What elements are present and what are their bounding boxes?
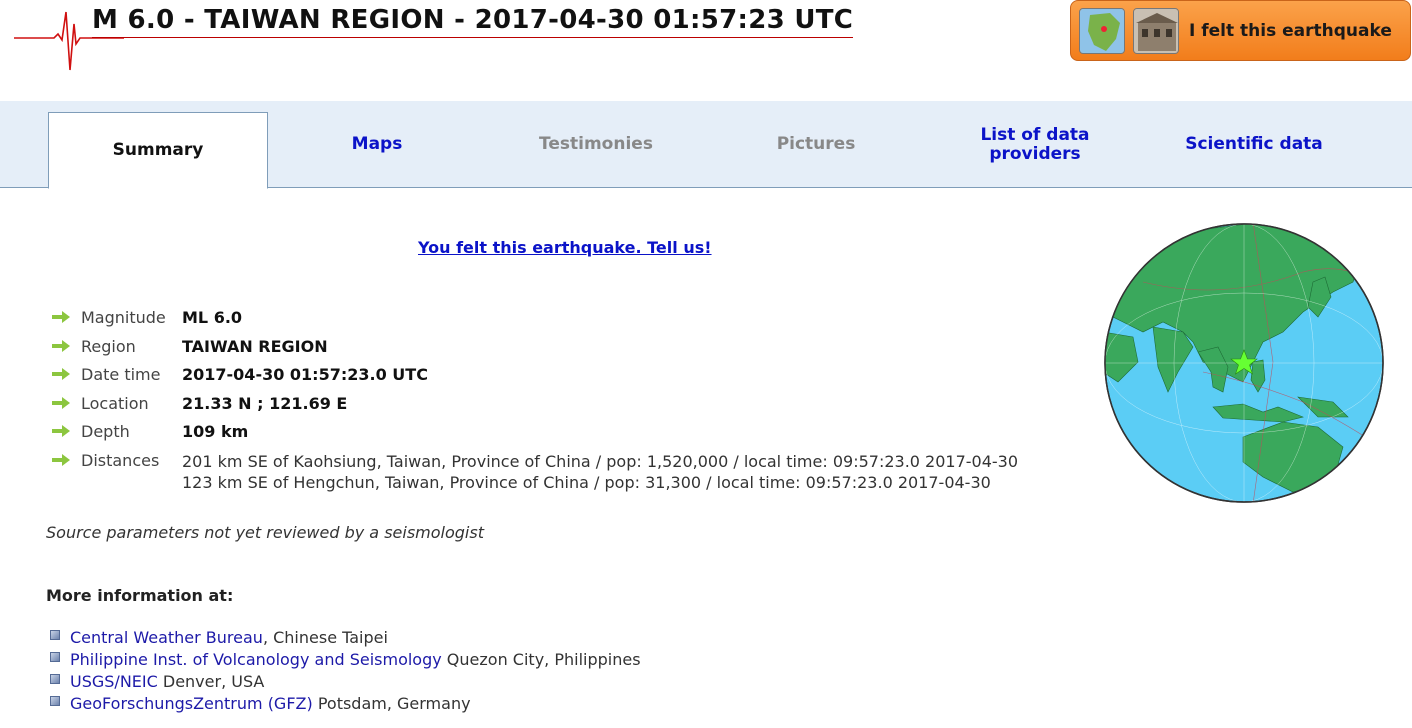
org-location: Denver, USA — [157, 672, 265, 691]
green-arrow-icon — [52, 425, 70, 437]
square-bullet-icon — [50, 674, 60, 684]
square-bullet-icon — [50, 696, 60, 706]
building-photo-icon — [1133, 7, 1179, 54]
epicenter-globe-map — [1104, 223, 1384, 503]
square-bullet-icon — [50, 630, 60, 640]
phivolcs-link[interactable]: Philippine Inst. of Volcanology and Seis… — [70, 650, 442, 669]
green-arrow-icon — [52, 396, 70, 409]
distances-label: Distances — [81, 450, 160, 470]
felt-report-link[interactable]: You felt this earthquake. Tell us! — [418, 238, 712, 257]
tab-pictures: Pictures — [776, 134, 856, 154]
location-value: 21.33 N ; 121.69 E — [182, 393, 348, 413]
cwb-link[interactable]: Central Weather Bureau — [70, 628, 263, 647]
distance-line: 201 km SE of Kaohsiung, Taiwan, Province… — [182, 451, 1019, 471]
more-info-title: More information at: — [46, 586, 234, 605]
datetime-value: 2017-04-30 01:57:23.0 UTC — [182, 365, 428, 384]
map-thumbnail-icon — [1079, 7, 1125, 54]
tab-bar: Summary Maps Testimonies Pictures List o… — [0, 101, 1412, 189]
location-label: Location — [81, 393, 149, 413]
green-arrow-icon — [52, 368, 70, 380]
page-title: M 6.0 - TAIWAN REGION - 2017-04-30 01:57… — [92, 5, 854, 38]
magnitude-value: ML 6.0 — [182, 308, 243, 327]
datetime-label: Date time — [81, 365, 161, 384]
felt-earthquake-button[interactable]: I felt this earthquake — [1070, 0, 1411, 61]
felt-button-label: I felt this earthquake — [1189, 20, 1392, 41]
distances-values: 201 km SE of Kaohsiung, Taiwan, Province… — [182, 451, 1018, 493]
org-location: , Chinese Taipei — [262, 628, 388, 647]
region-label: Region — [81, 336, 136, 356]
org-location: Quezon City, Philippines — [441, 650, 641, 669]
tab-testimonies: Testimonies — [539, 134, 653, 154]
gfz-link[interactable]: GeoForschungsZentrum (GFZ) — [70, 694, 313, 713]
tab-maps[interactable]: Maps — [267, 101, 487, 188]
tab-summary[interactable]: Summary — [48, 112, 268, 189]
square-bullet-icon — [50, 652, 60, 662]
source-note: Source parameters not yet reviewed by a … — [46, 523, 484, 542]
org-location: Potsdam, Germany — [312, 694, 471, 713]
tab-scientific-data[interactable]: Scientific data — [1144, 101, 1364, 188]
region-value: TAIWAN REGION — [182, 336, 328, 356]
green-arrow-icon — [52, 339, 70, 352]
green-arrow-icon — [52, 453, 70, 466]
magnitude-label: Magnitude — [81, 308, 166, 327]
usgs-link[interactable]: USGS/NEIC — [70, 672, 158, 691]
depth-label: Depth — [81, 422, 130, 441]
depth-value: 109 km — [182, 422, 249, 441]
green-arrow-icon — [52, 311, 70, 323]
distance-line: 123 km SE of Hengchun, Taiwan, Province … — [182, 472, 991, 492]
tab-data-providers[interactable]: List of data providers — [925, 101, 1145, 188]
